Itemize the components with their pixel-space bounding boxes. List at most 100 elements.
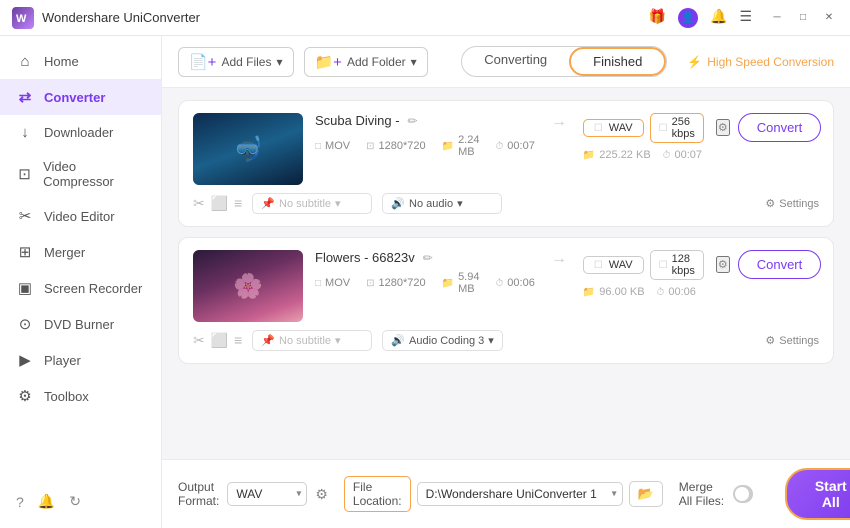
convert-button-1[interactable]: Convert [738, 113, 822, 142]
edit-icon-2[interactable]: ✏ [423, 251, 433, 265]
file-thumb-1: 🤿 [193, 113, 303, 185]
sidebar-item-dvd-burner[interactable]: ⊙ DVD Burner [0, 306, 161, 342]
file-location-label[interactable]: File Location: [344, 476, 411, 512]
output-format-row: Output Format: WAV MP3 AAC FLAC ⚙ [178, 480, 328, 508]
file-actions-2: ⚙ Convert [716, 250, 821, 279]
source-duration-1: ⏱ 00:07 [495, 134, 534, 158]
sidebar-item-home[interactable]: ⌂ Home [0, 44, 161, 79]
titlebar-icon-group: 🎁 👤 🔔 ☰ [649, 8, 752, 28]
sidebar-item-screen-recorder[interactable]: ▣ Screen Recorder [0, 270, 161, 306]
audio-dropdown-2[interactable]: 🔊 Audio Coding 3 ▾ [382, 330, 502, 351]
file-name-row-2: Flowers - 66823v ✏ [315, 250, 535, 265]
window-controls: ─ □ ✕ [768, 9, 838, 27]
add-files-label: Add Files [221, 55, 271, 69]
file-thumb-2: 🌸 [193, 250, 303, 322]
sidebar-item-downloader[interactable]: ↓ Downloader [0, 115, 161, 150]
high-speed-button[interactable]: ⚡ High Speed Conversion [687, 55, 834, 69]
copy-icon-1[interactable]: ⬜ [211, 195, 228, 212]
sidebar-label-merger: Merger [44, 245, 85, 260]
output-secondary-2: 📁 96.00 KB ⏱ 00:06 [583, 286, 696, 298]
subtitle-pin-icon-2: 📌 [261, 334, 275, 347]
audio-icon-2: 🔊 [391, 334, 405, 347]
start-all-button[interactable]: Start All [785, 468, 850, 520]
settings-button-1[interactable]: ⚙ Settings [765, 197, 819, 210]
sidebar-item-merger[interactable]: ⊞ Merger [0, 234, 161, 270]
editor-icon: ✂ [16, 207, 34, 225]
file-settings-icon-1[interactable]: ⚙ [716, 119, 730, 136]
add-folder-label: Add Folder [347, 55, 406, 69]
file-card-2: 🌸 Flowers - 66823v ✏ □ MOV [178, 237, 834, 364]
source-format-2: □ MOV [315, 271, 350, 295]
arrow-icon-2: → [551, 250, 567, 268]
output-format-label: Output Format: [178, 480, 219, 508]
file-card-1: 🤿 Scuba Diving - ✏ □ MOV [178, 100, 834, 227]
file-meta-1: □ MOV ⊡ 1280*720 📁 2.24 MB [315, 134, 535, 158]
sidebar-label-dvd: DVD Burner [44, 317, 114, 332]
close-button[interactable]: ✕ [820, 9, 838, 27]
thumb-inner-1: 🤿 [193, 113, 303, 185]
source-resolution-2: ⊡ 1280*720 [366, 271, 426, 295]
list-icon-1[interactable]: ≡ [234, 195, 242, 212]
sidebar-label-converter: Converter [44, 90, 105, 105]
compressor-icon: ⊡ [16, 165, 33, 183]
settings-button-2[interactable]: ⚙ Settings [765, 334, 819, 347]
content-area: 📄+ Add Files ▾ 📁+ Add Folder ▾ Convertin… [162, 36, 850, 528]
card-action-icons-2: ✂ ⬜ ≡ [193, 332, 242, 349]
copy-icon-2[interactable]: ⬜ [211, 332, 228, 349]
toolbox-icon: ⚙ [16, 387, 34, 405]
add-folder-button[interactable]: 📁+ Add Folder ▾ [304, 47, 428, 77]
file-actions-1: ⚙ Convert [716, 113, 821, 142]
menu-icon[interactable]: ☰ [739, 8, 752, 28]
browse-folder-button[interactable]: 📂 [629, 481, 663, 507]
sidebar-item-toolbox[interactable]: ⚙ Toolbox [0, 378, 161, 414]
high-speed-label: High Speed Conversion [707, 55, 834, 69]
edit-icon-1[interactable]: ✏ [408, 114, 418, 128]
sidebar-item-converter[interactable]: ⇄ Converter [0, 79, 161, 115]
add-files-button[interactable]: 📄+ Add Files ▾ [178, 47, 294, 77]
file-path-select[interactable]: D:\Wondershare UniConverter 1 [417, 482, 623, 506]
add-folder-chevron: ▾ [411, 55, 417, 69]
output-format-select[interactable]: WAV MP3 AAC FLAC [227, 482, 307, 506]
list-icon-2[interactable]: ≡ [234, 332, 242, 349]
sidebar-nav: ⌂ Home ⇄ Converter ↓ Downloader ⊡ Video … [0, 44, 161, 483]
refresh-icon[interactable]: ↻ [69, 493, 81, 510]
user-icon[interactable]: 👤 [678, 8, 698, 28]
tab-converting[interactable]: Converting [462, 47, 569, 76]
bell-icon[interactable]: 🔔 [710, 8, 727, 28]
sidebar-item-video-compressor[interactable]: ⊡ Video Compressor [0, 150, 161, 198]
file-card-1-top: 🤿 Scuba Diving - ✏ □ MOV [193, 113, 819, 185]
file-location-row: File Location: D:\Wondershare UniConvert… [344, 476, 663, 512]
app-title: Wondershare UniConverter [42, 10, 649, 25]
converter-icon: ⇄ [16, 88, 34, 106]
sidebar-item-video-editor[interactable]: ✂ Video Editor [0, 198, 161, 234]
gift-icon[interactable]: 🎁 [649, 8, 666, 28]
sidebar-label-toolbox: Toolbox [44, 389, 89, 404]
subtitle-dropdown-2[interactable]: 📌 No subtitle ▾ [252, 330, 372, 351]
tab-group: Converting Finished [461, 46, 667, 77]
settings-gear-icon[interactable]: ⚙ [315, 486, 328, 503]
scissors-icon-1[interactable]: ✂ [193, 195, 205, 212]
minimize-button[interactable]: ─ [768, 9, 786, 27]
file-meta-2: □ MOV ⊡ 1280*720 📁 5.94 MB [315, 271, 535, 295]
audio-dropdown-1[interactable]: 🔊 No audio ▾ [382, 193, 502, 214]
sidebar-label-recorder: Screen Recorder [44, 281, 142, 296]
source-format-1: □ MOV [315, 134, 350, 158]
source-duration-2: ⏱ 00:06 [495, 271, 534, 295]
home-icon: ⌂ [16, 53, 34, 70]
card-action-icons-1: ✂ ⬜ ≡ [193, 195, 242, 212]
merge-toggle[interactable] [733, 485, 753, 503]
output-kbps-badge-1: ☐ 256 kbps [650, 113, 704, 143]
sidebar-item-player[interactable]: ▶ Player [0, 342, 161, 378]
help-icon[interactable]: ? [16, 494, 24, 510]
scissors-icon-2[interactable]: ✂ [193, 332, 205, 349]
tab-finished[interactable]: Finished [569, 47, 666, 76]
add-folder-icon: 📁+ [315, 53, 342, 71]
subtitle-pin-icon: 📌 [261, 197, 275, 210]
convert-button-2[interactable]: Convert [738, 250, 822, 279]
notification-icon[interactable]: 🔔 [38, 493, 55, 510]
subtitle-dropdown-1[interactable]: 📌 No subtitle ▾ [252, 193, 372, 214]
maximize-button[interactable]: □ [794, 9, 812, 27]
sidebar-label-downloader: Downloader [44, 125, 113, 140]
file-settings-icon-2[interactable]: ⚙ [716, 256, 730, 273]
sidebar-label-compressor: Video Compressor [43, 159, 145, 189]
